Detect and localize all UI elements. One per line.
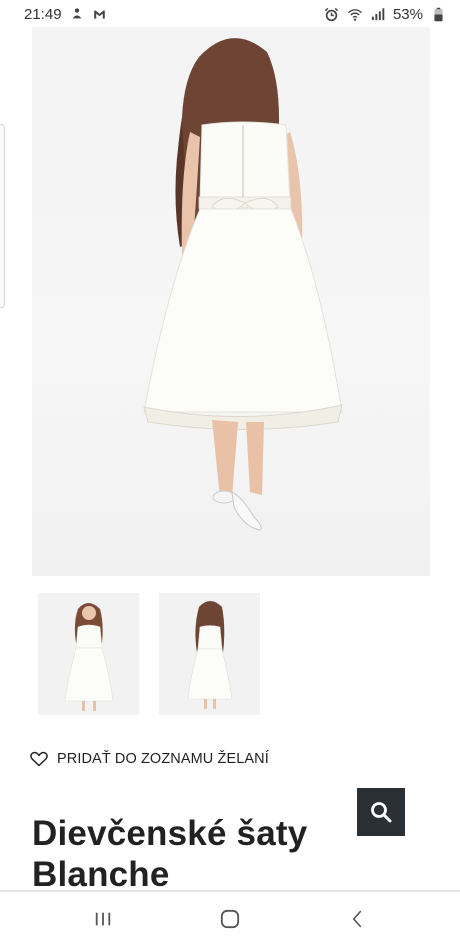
edge-panel-handle[interactable] xyxy=(0,124,5,308)
add-to-wishlist-link[interactable]: PRIDAŤ DO ZOZNAMU ŽELANÍ xyxy=(30,751,269,767)
wifi-icon xyxy=(347,6,363,22)
battery-icon xyxy=(430,6,446,22)
product-title-line1: Dievčenské šaty xyxy=(32,814,308,853)
back-icon xyxy=(352,910,361,928)
alarm-icon xyxy=(324,6,340,22)
search-icon xyxy=(371,802,392,823)
heart-icon xyxy=(30,751,48,767)
home-icon xyxy=(220,909,240,929)
wishlist-label: PRIDAŤ DO ZOZNAMU ŽELANÍ xyxy=(57,751,269,767)
status-bar: 21:49 53% xyxy=(0,0,460,28)
recents-icon xyxy=(96,912,111,926)
main-product-image[interactable] xyxy=(32,27,430,576)
recents-button[interactable] xyxy=(73,899,133,939)
product-title-line2: Blanche xyxy=(32,855,170,894)
thumbnail-back-view[interactable] xyxy=(159,593,260,715)
signal-icon xyxy=(370,6,386,22)
thumbnail-front-view[interactable] xyxy=(38,593,139,715)
status-left: 21:49 xyxy=(24,6,108,23)
status-right: 53% xyxy=(324,6,446,23)
status-time: 21:49 xyxy=(24,5,62,23)
gmail-icon xyxy=(92,6,108,22)
home-button[interactable] xyxy=(200,899,260,939)
back-button[interactable] xyxy=(327,899,387,939)
notification-icon xyxy=(69,6,85,22)
search-button[interactable] xyxy=(357,788,405,836)
product-title: Dievčenské šaty Blanche xyxy=(32,813,352,895)
battery-percent: 53% xyxy=(392,5,423,23)
system-nav-bar xyxy=(0,890,460,946)
